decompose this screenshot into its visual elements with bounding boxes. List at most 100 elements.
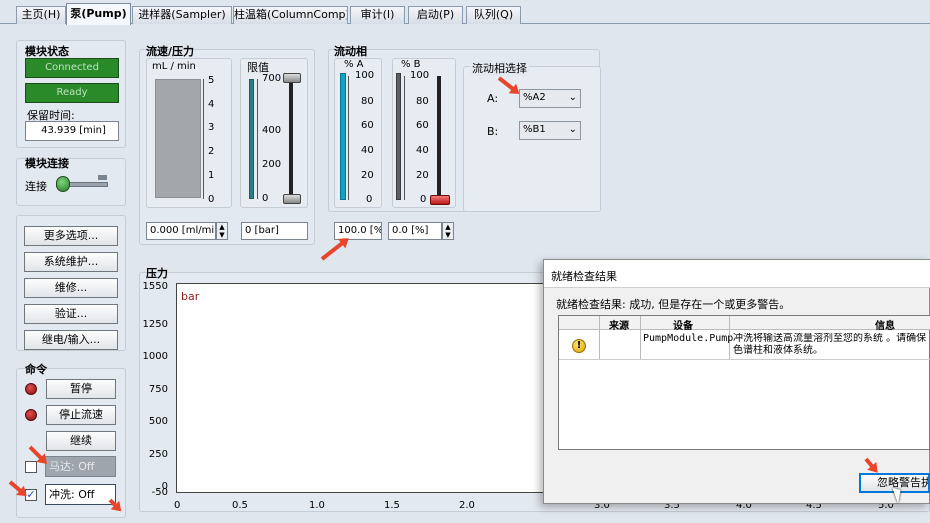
percent-b-scale [404,76,407,200]
select-b-dropdown[interactable]: %B1 ⌄ [519,121,581,140]
stop-flow-status-icon [25,409,37,421]
col-message-header[interactable]: 信息 [875,317,895,332]
percent-b-slider-track [437,76,441,200]
pressure-value-field[interactable]: 0 [bar] [241,222,308,240]
y-tick: -50 [151,487,168,498]
limit-tick: 700 [262,73,282,84]
percent-a-scale [348,76,351,200]
tab-sampler[interactable]: 进样器(Sampler) [132,6,232,24]
flow-tick: 5 [208,75,215,86]
connect-slider-end [98,175,107,180]
limit-tick: 400 [262,125,282,136]
row-device: PumpModule.Pump [643,333,734,344]
flush-toggle[interactable]: 冲洗: Off [45,484,116,505]
flow-tick: 1 [208,170,215,181]
select-a-dropdown[interactable]: %A2 ⌄ [519,89,581,108]
select-b-value: %B1 [523,124,546,135]
flow-unit-label: mL / min [152,61,196,72]
col-device-header[interactable]: 设备 [673,317,693,332]
connect-slider-handle[interactable] [56,176,70,192]
percent-a-tick: 20 [361,170,374,181]
percent-b-tick: 0 [420,194,427,205]
limit-tick: 0 [262,193,269,204]
flow-value-field[interactable]: 0.000 [ml/min] [146,222,216,240]
stop-flow-button[interactable]: 停止流速 [46,405,116,425]
flow-gauge-scale [203,79,207,199]
connected-indicator: Connected [25,58,119,78]
limit-scale [257,79,260,199]
tab-column-comp[interactable]: 柱温箱(ColumnComp) [233,6,348,24]
percent-b-slider-handle[interactable] [430,195,450,205]
y-tick: 750 [148,384,168,395]
percent-a-tick: 40 [361,145,374,156]
flow-gauge-bar [155,79,201,198]
dialog-summary: 就绪检查结果: 成功, 但是存在一个或更多警告。 [556,298,791,311]
limit-slider-track [289,79,293,199]
percent-a-tick: 0 [366,194,373,205]
y-tick: 500 [148,416,168,427]
flow-tick: 4 [208,99,215,110]
y-tick: 250 [148,449,168,460]
percent-a-tick: 80 [361,96,374,107]
warning-icon: ! [572,339,586,353]
motor-toggle[interactable]: 马达: Off [45,456,116,477]
x-tick: 1.0 [309,500,325,511]
select-a-label: A: [487,92,499,105]
col-divider [640,316,641,360]
pause-status-icon [25,383,37,395]
y-tick: 1550 [142,281,168,292]
tab-queue[interactable]: 队列(Q) [466,6,521,24]
pressure-chart-title: 压力 [146,267,168,280]
motor-checkbox[interactable] [25,461,37,473]
table-row-divider [559,359,930,360]
x-tick: 1.5 [384,500,400,511]
tab-audit[interactable]: 审计(I) [350,6,405,24]
percent-b-tick: 60 [416,120,429,131]
chevron-down-icon: ⌄ [568,92,577,103]
continue-button[interactable]: 继续 [46,431,116,451]
percent-b-tick: 100 [410,70,430,81]
module-status-title: 模块状态 [25,45,69,58]
col-divider [599,316,600,360]
limit-tick: 200 [262,159,282,170]
retention-value: 43.939 [min] [25,121,119,141]
relay-input-button[interactable]: 继电/输入... [24,330,118,350]
percent-b-tick: 80 [416,96,429,107]
percent-a-label: % A [344,59,364,70]
percent-a-tick: 100 [355,70,375,81]
repair-button[interactable]: 维修... [24,278,118,298]
mobile-phase-select-title: 流动相选择 [470,60,529,76]
limit-lower-handle[interactable] [283,194,301,204]
percent-b-bar [396,73,401,200]
percent-a-tick: 60 [361,120,374,131]
y-tick: 1250 [142,319,168,330]
tab-home[interactable]: 主页(H) [16,6,66,24]
x-tick: 2.0 [459,500,475,511]
pressure-chart-series-label: bar [181,290,200,303]
system-maintenance-button[interactable]: 系统维护... [24,252,118,272]
percent-a-bar [340,73,346,200]
col-source-header[interactable]: 来源 [609,317,629,332]
x-tick: 0.5 [232,500,248,511]
limit-upper-handle[interactable] [283,73,301,83]
percent-b-value-field[interactable]: 0.0 [%] [388,222,442,240]
pause-button[interactable]: 暂停 [46,379,116,399]
tab-startup[interactable]: 启动(P) [408,6,463,24]
validation-button[interactable]: 验证... [24,304,118,324]
select-a-value: %A2 [523,92,546,103]
percent-b-stepper[interactable]: ▲ ▼ [442,222,454,240]
dialog-title: 就绪检查结果 [551,270,617,283]
chevron-down-icon: ⌄ [568,124,577,135]
x-tick: 0 [174,500,181,511]
flow-tick: 2 [208,146,215,157]
limit-bar [249,79,254,199]
mobile-phase-title: 流动相 [334,45,367,58]
tab-pump[interactable]: 泵(Pump) [66,3,131,25]
ready-indicator: Ready [25,83,119,103]
percent-b-label: % B [401,59,421,70]
more-options-button[interactable]: 更多选项... [24,226,118,246]
percent-b-tick: 40 [416,145,429,156]
select-b-label: B: [487,125,499,138]
y-tick: 1000 [142,351,168,362]
flow-stepper[interactable]: ▲ ▼ [216,222,228,240]
